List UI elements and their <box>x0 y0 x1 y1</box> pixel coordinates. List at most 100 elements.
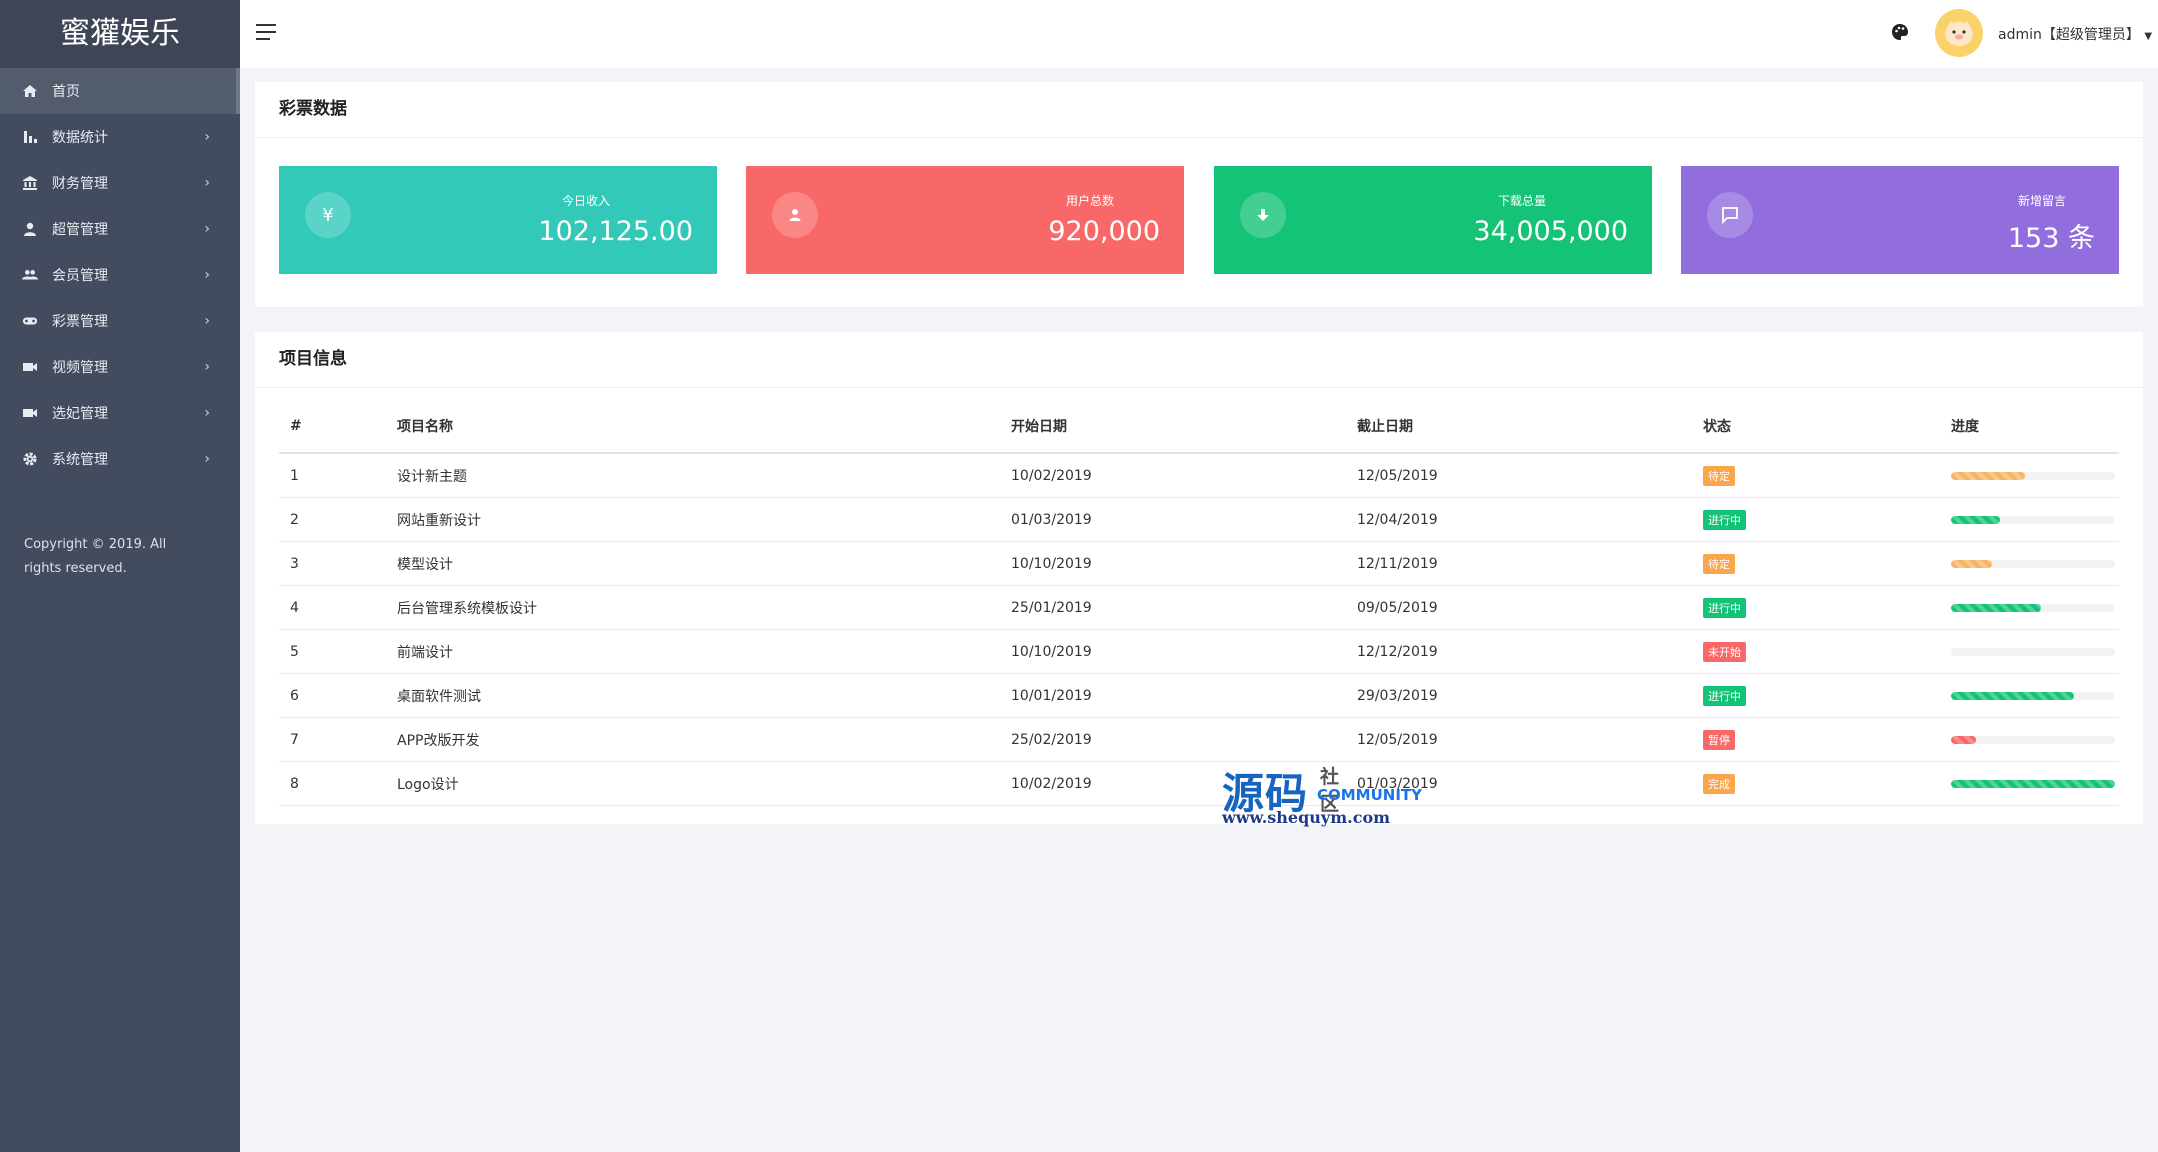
cell-status: 待定 <box>1692 453 1940 498</box>
bank-icon <box>22 175 38 191</box>
sidebar-item-label: 超管管理 <box>52 222 108 238</box>
table-row[interactable]: 3 模型设计 10/10/2019 12/11/2019 待定 <box>279 541 2119 586</box>
sidebar-item-superadmin[interactable]: 超管管理 › <box>0 206 240 252</box>
stat-label: 下载总量 <box>1498 194 1547 208</box>
cell-id: 6 <box>279 673 386 718</box>
sidebar-item-members[interactable]: 会员管理 › <box>0 252 240 298</box>
cell-id: 5 <box>279 629 386 674</box>
bar-chart-icon <box>22 129 38 145</box>
stat-cards: ¥ 今日收入 102,125.00 用户总数 920,000 下载总量 34,0… <box>279 166 2119 274</box>
sidebar-item-video[interactable]: 视频管理 › <box>0 344 240 390</box>
sidebar-item-finance[interactable]: 财务管理 › <box>0 160 240 206</box>
stats-title: 彩票数据 <box>255 82 2143 138</box>
sidebar-item-label: 选妃管理 <box>52 406 108 422</box>
stat-label: 今日收入 <box>562 194 611 208</box>
cell-name: 前端设计 <box>386 629 1000 674</box>
cell-id: 3 <box>279 541 386 586</box>
cell-status: 完成 <box>1692 761 1940 806</box>
progress-fill <box>1951 735 1976 744</box>
menu-icon[interactable] <box>256 24 276 42</box>
cell-status: 待定 <box>1692 541 1940 586</box>
sidebar-item-label: 系统管理 <box>52 452 108 468</box>
top-bar: admin【超级管理员】 ▼ <box>240 0 2158 68</box>
home-icon <box>22 83 38 99</box>
gamepad-icon <box>22 313 38 329</box>
stat-card-users[interactable]: 用户总数 920,000 <box>746 166 1184 274</box>
stat-value: 102,125.00 <box>538 216 693 247</box>
progress-fill <box>1951 779 2115 788</box>
user-icon <box>772 192 818 238</box>
status-badge: 待定 <box>1703 465 1735 486</box>
sidebar-item-label: 首页 <box>52 84 80 100</box>
cell-end: 09/05/2019 <box>1346 585 1692 630</box>
table-row[interactable]: 1 设计新主题 10/02/2019 12/05/2019 待定 <box>279 453 2119 498</box>
stat-card-messages[interactable]: 新增留言 153 条 <box>1681 166 2119 274</box>
copyright-text: Copyright © 2019. All rights reserved. <box>24 537 167 576</box>
sidebar-item-lottery[interactable]: 彩票管理 › <box>0 298 240 344</box>
progress-fill <box>1951 515 2001 524</box>
cell-progress <box>1940 585 2119 630</box>
progress-bar <box>1951 559 2115 568</box>
table-row[interactable]: 7 APP改版开发 25/02/2019 12/05/2019 暂停 <box>279 717 2119 762</box>
stat-card-income[interactable]: ¥ 今日收入 102,125.00 <box>279 166 717 274</box>
cell-end: 12/05/2019 <box>1346 717 1692 762</box>
sidebar: 蜜獾娱乐 首页 数据统计 › 财务管理 › 超管管理 › 会员管理 › 彩票管理 <box>0 0 240 1152</box>
status-badge: 进行中 <box>1703 685 1746 706</box>
sidebar-item-label: 会员管理 <box>52 268 108 284</box>
sidebar-item-selection[interactable]: 选妃管理 › <box>0 390 240 436</box>
stat-value: 34,005,000 <box>1473 216 1628 247</box>
status-badge: 进行中 <box>1703 509 1746 530</box>
cell-end: 29/03/2019 <box>1346 673 1692 718</box>
chevron-right-icon: › <box>204 267 210 283</box>
table-row[interactable]: 8 Logo设计 10/02/2019 01/03/2019 完成 <box>279 761 2119 806</box>
avatar[interactable] <box>1935 9 1983 57</box>
projects-table: # 项目名称 开始日期 截止日期 状态 进度 1 设计新主题 10/02/2019 1… <box>279 400 2119 806</box>
sidebar-item-statistics[interactable]: 数据统计 › <box>0 114 240 160</box>
chevron-right-icon: › <box>204 221 210 237</box>
progress-bar <box>1951 691 2115 700</box>
cell-id: 7 <box>279 717 386 762</box>
cell-end: 12/04/2019 <box>1346 497 1692 542</box>
cell-name: 桌面软件测试 <box>386 673 1000 718</box>
progress-fill <box>1951 691 2074 700</box>
table-row[interactable]: 5 前端设计 10/10/2019 12/12/2019 未开始 <box>279 629 2119 674</box>
chevron-right-icon: › <box>204 313 210 329</box>
cell-start: 01/03/2019 <box>1000 497 1346 542</box>
chevron-right-icon: › <box>204 451 210 467</box>
cell-progress <box>1940 629 2119 674</box>
cell-start: 10/10/2019 <box>1000 541 1346 586</box>
cell-status: 进行中 <box>1692 497 1940 542</box>
table-row[interactable]: 6 桌面软件测试 10/01/2019 29/03/2019 进行中 <box>279 673 2119 718</box>
cell-name: APP改版开发 <box>386 717 1000 762</box>
projects-table-body: 1 设计新主题 10/02/2019 12/05/2019 待定 2 网站重新设计 01/03… <box>279 453 2119 806</box>
stat-card-downloads[interactable]: 下载总量 34,005,000 <box>1214 166 1652 274</box>
palette-icon[interactable] <box>1890 22 1912 44</box>
cell-end: 12/05/2019 <box>1346 453 1692 498</box>
cell-start: 25/02/2019 <box>1000 717 1346 762</box>
sidebar-item-label: 视频管理 <box>52 360 108 376</box>
cell-name: 设计新主题 <box>386 453 1000 498</box>
app-logo[interactable]: 蜜獾娱乐 <box>0 0 240 68</box>
sidebar-item-system[interactable]: 系统管理 › <box>0 436 240 482</box>
video-icon <box>22 405 38 421</box>
gear-icon <box>22 451 38 467</box>
col-header-start: 开始日期 <box>1000 400 1346 454</box>
cell-name: 模型设计 <box>386 541 1000 586</box>
col-header-name: 项目名称 <box>386 400 1000 454</box>
watermark-sub2: COMMUNITY <box>1317 786 1423 804</box>
yen-icon: ¥ <box>305 192 351 238</box>
cell-status: 进行中 <box>1692 585 1940 630</box>
cell-progress <box>1940 453 2119 498</box>
sidebar-item-home[interactable]: 首页 <box>0 68 240 114</box>
table-row[interactable]: 2 网站重新设计 01/03/2019 12/04/2019 进行中 <box>279 497 2119 542</box>
cell-name: 网站重新设计 <box>386 497 1000 542</box>
stat-label: 新增留言 <box>2018 194 2067 208</box>
sidebar-menu: 首页 数据统计 › 财务管理 › 超管管理 › 会员管理 › 彩票管理 › 视频… <box>0 68 240 482</box>
cell-progress <box>1940 541 2119 586</box>
progress-bar <box>1951 471 2115 480</box>
user-menu[interactable]: admin【超级管理员】 ▼ <box>1998 24 2152 44</box>
table-header-row: # 项目名称 开始日期 截止日期 状态 进度 <box>279 400 2119 454</box>
watermark-url: www.shequym.com <box>1222 808 1391 827</box>
table-row[interactable]: 4 后台管理系统模板设计 25/01/2019 09/05/2019 进行中 <box>279 585 2119 630</box>
projects-panel: 项目信息 # 项目名称 开始日期 截止日期 状态 进度 1 设计新主题 10/02/… <box>255 332 2143 824</box>
